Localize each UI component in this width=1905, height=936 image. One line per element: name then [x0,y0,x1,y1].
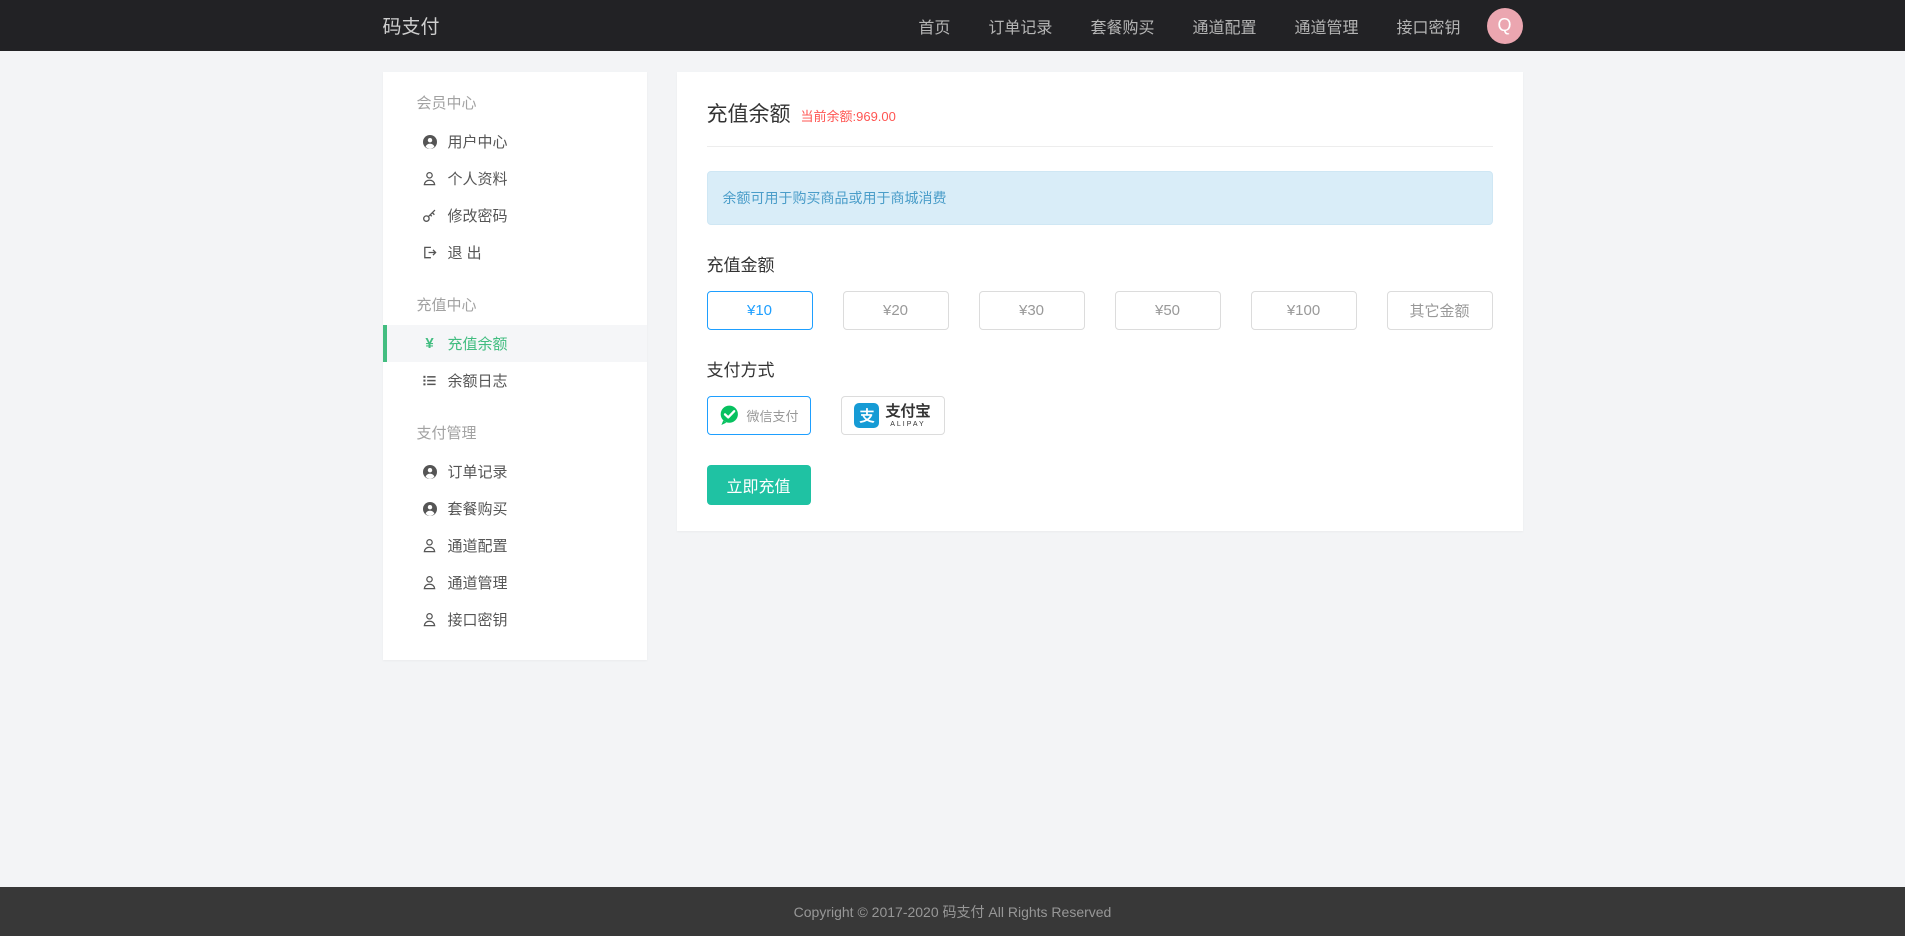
sidebar-item-channel-config[interactable]: 通道配置 [383,527,647,564]
alipay-sub-label: ALIPAY [890,421,925,428]
user-circle-icon [421,501,439,517]
sidebar-item-profile[interactable]: 个人资料 [383,160,647,197]
payment-heading: 支付方式 [707,356,1493,381]
sidebar-item-channel-manage[interactable]: 通道管理 [383,564,647,601]
sidebar-item-label: 用户中心 [448,131,508,152]
user-circle-icon [421,134,439,150]
key-icon [421,208,439,223]
amount-option-30[interactable]: ¥30 [979,291,1085,330]
recharge-panel: 充值余额 当前余额:969.00 余额可用于购买商品或用于商城消费 充值金额 ¥… [677,72,1523,531]
amount-option-custom[interactable]: 其它金额 [1387,291,1493,330]
sidebar-item-label: 接口密钥 [448,609,508,630]
navbar-container: 码支付 首页 订单记录 套餐购买 通道配置 通道管理 接口密钥 Q [383,0,1523,51]
amount-option-10[interactable]: ¥10 [707,291,813,330]
nav-item-package-purchase[interactable]: 套餐购买 [1090,14,1154,38]
sidebar-item-balance-log[interactable]: 余额日志 [383,362,647,399]
alipay-icon: 支 [854,403,879,428]
recharge-now-button[interactable]: 立即充值 [707,465,811,505]
sidebar-section-member-center: 会员中心 用户中心 个人资料 修改密码 [383,82,647,271]
brand-logo[interactable]: 码支付 [383,12,440,39]
sidebar-item-package-purchase[interactable]: 套餐购买 [383,490,647,527]
sidebar-item-label: 订单记录 [448,461,508,482]
nav-item-home[interactable]: 首页 [918,14,950,38]
avatar[interactable]: Q [1487,8,1523,44]
info-alert: 余额可用于购买商品或用于商城消费 [707,171,1493,225]
sign-out-icon [421,245,439,260]
nav-item-channel-manage[interactable]: 通道管理 [1294,14,1358,38]
amount-option-100[interactable]: ¥100 [1251,291,1357,330]
sidebar-section-title: 充值中心 [383,284,647,325]
panel-header: 充值余额 当前余额:969.00 [707,72,1493,147]
list-icon [421,373,439,388]
amount-option-50[interactable]: ¥50 [1115,291,1221,330]
sidebar-item-label: 退 出 [448,242,482,263]
amount-options: ¥10 ¥20 ¥30 ¥50 ¥100 其它金额 [707,291,1493,330]
nav-links: 首页 订单记录 套餐购买 通道配置 通道管理 接口密钥 Q [880,8,1522,44]
sidebar-item-change-password[interactable]: 修改密码 [383,197,647,234]
payment-option-alipay[interactable]: 支 支付宝 ALIPAY [841,396,945,435]
user-icon [421,171,439,186]
nav-item-channel-config[interactable]: 通道配置 [1192,14,1256,38]
amount-heading: 充值金额 [707,251,1493,276]
wechat-pay-label: 微信支付 [746,406,798,425]
main-container: 会员中心 用户中心 个人资料 修改密码 [383,72,1523,660]
panel-body: 余额可用于购买商品或用于商城消费 充值金额 ¥10 ¥20 ¥30 ¥50 ¥1… [677,171,1523,505]
user-icon [421,538,439,553]
copyright-text: Copyright © 2017-2020 码支付 All Rights Res… [794,902,1112,922]
sidebar-item-order-records[interactable]: 订单记录 [383,453,647,490]
sidebar-item-label: 个人资料 [448,168,508,189]
sidebar-item-label: 通道配置 [448,535,508,556]
sidebar-item-logout[interactable]: 退 出 [383,234,647,271]
sidebar-section-recharge-center: 充值中心 ¥ 充值余额 余额日志 [383,284,647,399]
sidebar-item-label: 通道管理 [448,572,508,593]
sidebar-item-label: 套餐购买 [448,498,508,519]
user-icon [421,575,439,590]
nav-item-order-records[interactable]: 订单记录 [988,14,1052,38]
nav-item-api-key[interactable]: 接口密钥 [1396,14,1460,38]
top-navbar: 码支付 首页 订单记录 套餐购买 通道配置 通道管理 接口密钥 Q [0,0,1905,51]
sidebar-item-user-center[interactable]: 用户中心 [383,123,647,160]
current-balance: 当前余额:969.00 [801,106,896,125]
page-content: 会员中心 用户中心 个人资料 修改密码 [0,51,1905,887]
yen-icon: ¥ [421,336,439,351]
sidebar: 会员中心 用户中心 个人资料 修改密码 [383,72,647,660]
wechat-pay-icon [718,405,740,426]
user-circle-icon [421,464,439,480]
sidebar-section-title: 支付管理 [383,412,647,453]
user-icon [421,612,439,627]
amount-option-20[interactable]: ¥20 [843,291,949,330]
payment-option-wechat[interactable]: 微信支付 [707,396,811,435]
alipay-label: 支付宝 [885,404,930,419]
sidebar-item-label: 充值余额 [448,333,508,354]
sidebar-section-title: 会员中心 [383,82,647,123]
page-title: 充值余额 [707,98,791,128]
sidebar-item-label: 余额日志 [448,370,508,391]
sidebar-item-label: 修改密码 [448,205,508,226]
alipay-label-group: 支付宝 ALIPAY [885,404,930,428]
payment-options: 微信支付 支 支付宝 ALIPAY [707,396,1493,435]
sidebar-section-payment-manage: 支付管理 订单记录 套餐购买 通道配置 [383,412,647,638]
page-footer: Copyright © 2017-2020 码支付 All Rights Res… [0,887,1905,936]
sidebar-item-recharge-balance[interactable]: ¥ 充值余额 [383,325,647,362]
sidebar-item-api-key[interactable]: 接口密钥 [383,601,647,638]
